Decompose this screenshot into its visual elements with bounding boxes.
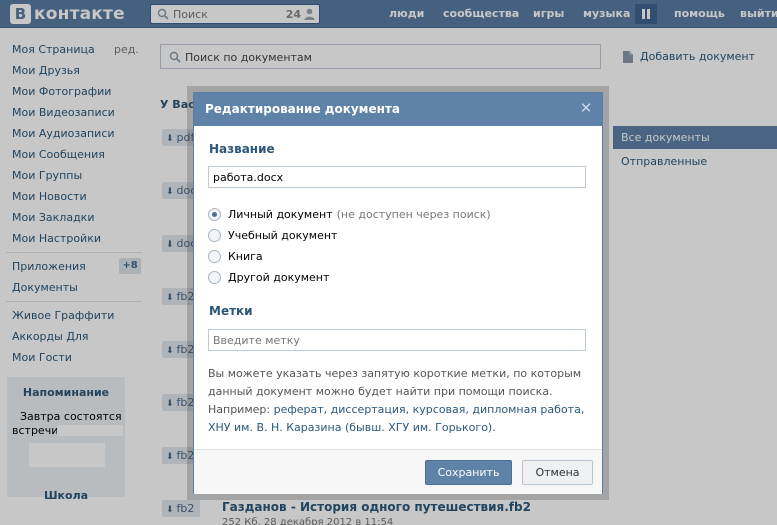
save-button[interactable]: Сохранить [425, 460, 512, 485]
radio-button-checked[interactable] [208, 208, 221, 221]
edit-document-dialog: Редактирование документа ✕ Название Личн… [193, 92, 603, 494]
radio-button[interactable] [208, 250, 221, 263]
close-icon[interactable]: ✕ [578, 100, 594, 116]
radio-other-document[interactable]: Другой документ [208, 271, 329, 284]
document-name-input[interactable] [208, 166, 586, 188]
radio-button[interactable] [208, 271, 221, 284]
tags-label: Метки [209, 304, 253, 318]
tags-help-text: Вы можете указать через запятую короткие… [208, 367, 585, 434]
dialog-header: Редактирование документа ✕ [194, 93, 602, 126]
radio-personal-document[interactable]: Личный документ (не доступен через поиск… [208, 208, 491, 221]
radio-study-document[interactable]: Учебный документ [208, 229, 337, 242]
dialog-footer: Сохранить Отмена [194, 449, 602, 494]
cancel-button[interactable]: Отмена [522, 460, 593, 485]
tags-input[interactable] [208, 329, 586, 351]
radio-button[interactable] [208, 229, 221, 242]
radio-book[interactable]: Книга [208, 250, 263, 263]
name-label: Название [209, 142, 275, 156]
dialog-title: Редактирование документа [205, 102, 400, 116]
